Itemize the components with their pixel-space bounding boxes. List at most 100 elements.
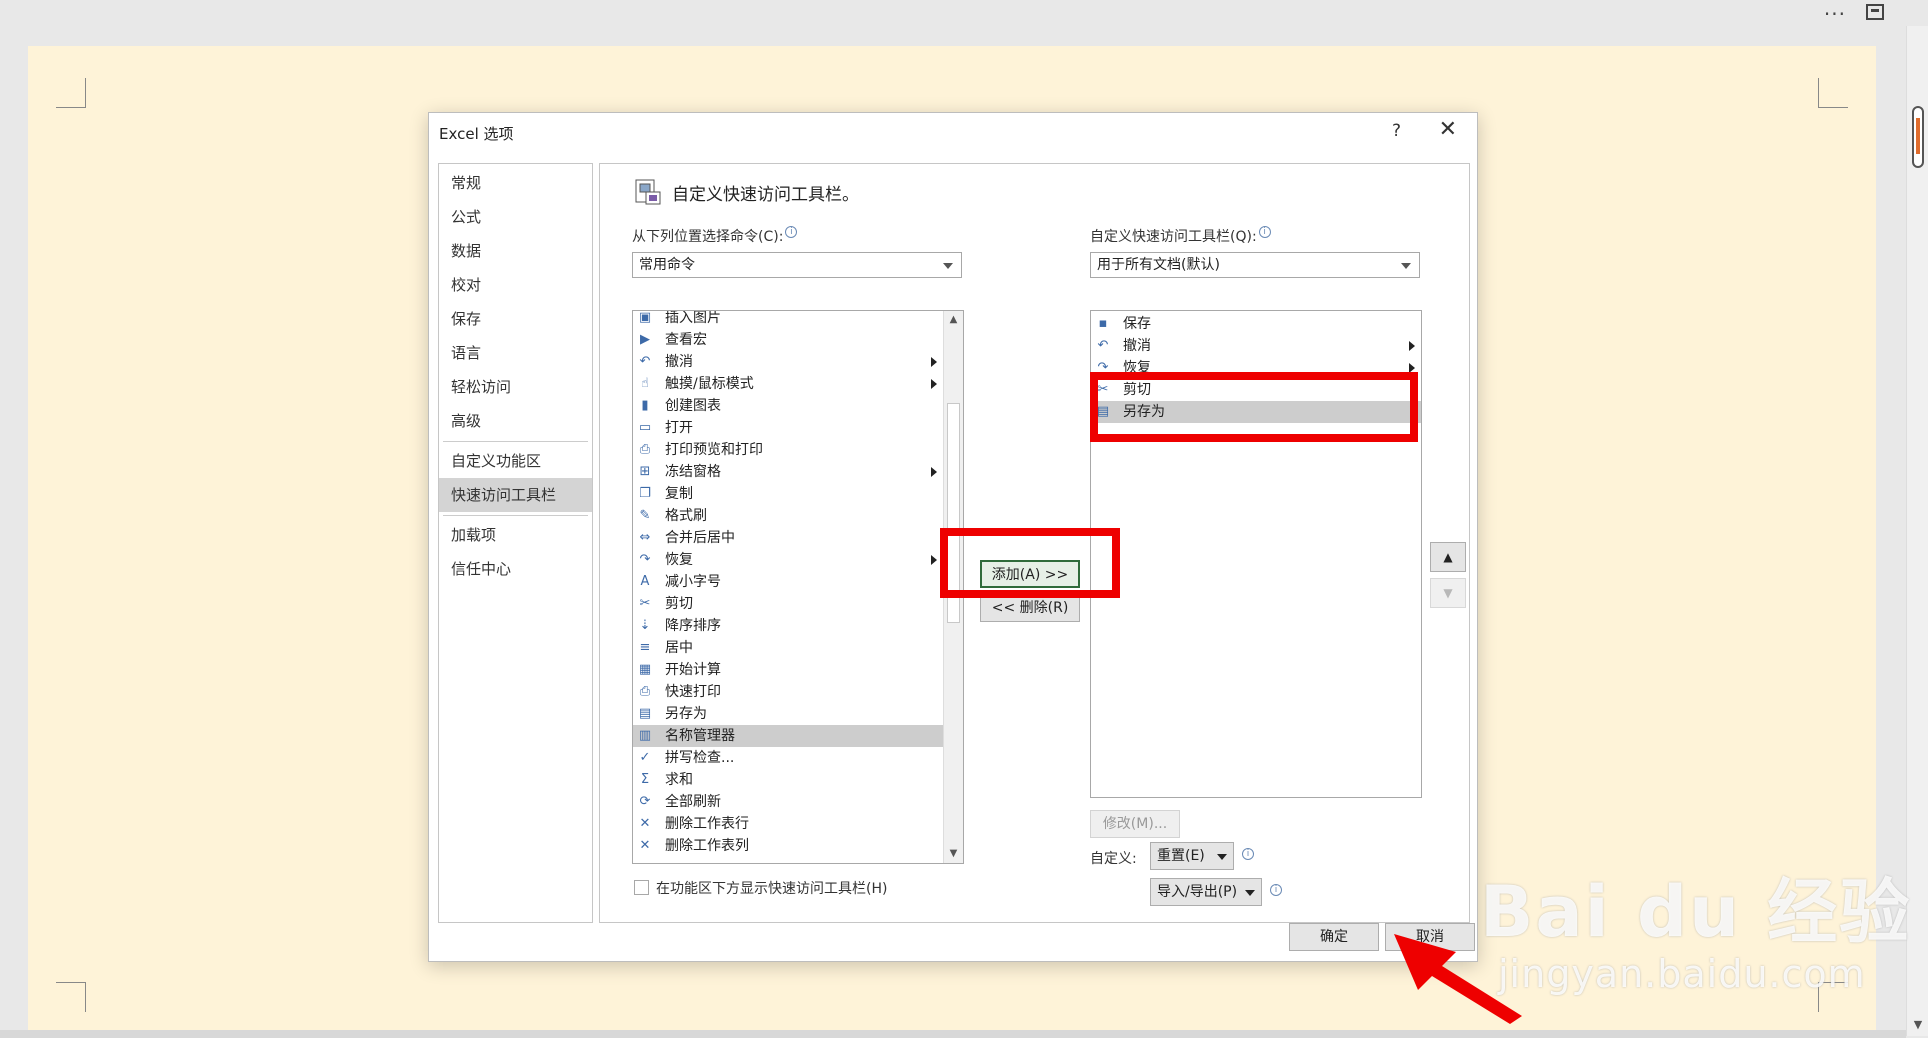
nav-item-data[interactable]: 数据 bbox=[439, 234, 592, 268]
document-horizontal-scrollbar[interactable] bbox=[0, 1030, 1906, 1038]
list-item[interactable]: ↶ 撤消 bbox=[1091, 335, 1421, 357]
nav-item-trust-center[interactable]: 信任中心 bbox=[439, 552, 592, 586]
redo-icon: ↷ bbox=[639, 552, 651, 567]
nav-item-add-ins[interactable]: 加载项 bbox=[439, 518, 592, 552]
list-item[interactable]: ≡ 居中 bbox=[633, 637, 943, 659]
list-item-label: 降序排序 bbox=[665, 618, 721, 634]
list-item[interactable]: ⟳ 全部刷新 bbox=[633, 791, 943, 813]
qat-commands-list[interactable]: ▤ 另存为 ✂ 剪切 ↷ 恢复 ↶ 撤消 ▪ 保存 bbox=[1090, 310, 1422, 798]
excel-options-dialog: Excel 选项 ? ✕ 常规 公式 数据 校对 保存 语言 轻松访问 高级 自… bbox=[428, 112, 1478, 962]
ok-button[interactable]: 确定 bbox=[1289, 923, 1379, 951]
calculator-icon: ▦ bbox=[638, 662, 652, 677]
import-export-dropdown-button[interactable]: 导入/导出(P) bbox=[1150, 878, 1262, 906]
list-item[interactable]: ▤ 另存为 bbox=[633, 703, 943, 725]
submenu-arrow-icon bbox=[931, 467, 937, 477]
redo-icon: ↷ bbox=[1097, 360, 1109, 375]
available-commands-list[interactable]: ✕ 删除工作表列 ✕ 删除工作表行 ⟳ 全部刷新 Σ 求和 ✓ 拼写检查... ▥ 名称管理器 ▤ 另存为… bbox=[632, 310, 964, 864]
scroll-down-arrow-icon[interactable]: ▼ bbox=[944, 845, 963, 863]
list-item[interactable]: ⎙ 打印预览和打印 bbox=[633, 439, 943, 461]
list-item[interactable]: ▥ 名称管理器 bbox=[633, 725, 943, 747]
list-item[interactable]: ✎ 格式刷 bbox=[633, 505, 943, 527]
options-nav: 常规 公式 数据 校对 保存 语言 轻松访问 高级 自定义功能区 快速访问工具栏… bbox=[438, 163, 593, 923]
reset-dropdown-button[interactable]: 重置(E) bbox=[1150, 842, 1234, 870]
chevron-down-icon bbox=[1401, 263, 1411, 269]
list-item[interactable]: ✂ 剪切 bbox=[1091, 379, 1421, 401]
choose-commands-dropdown[interactable]: 常用命令 bbox=[632, 252, 962, 278]
print-preview-icon: ⎙ bbox=[639, 442, 651, 457]
list-item[interactable]: ✂ 剪切 bbox=[633, 593, 943, 615]
show-below-ribbon-label: 在功能区下方显示快速访问工具栏(H) bbox=[656, 881, 888, 897]
choose-commands-label: 从下列位置选择命令(C): i bbox=[632, 226, 798, 246]
commands-list-scrollbar[interactable]: ▲ ▼ bbox=[943, 311, 963, 863]
scroll-thumb[interactable] bbox=[1912, 106, 1924, 168]
undo-icon: ↶ bbox=[1097, 338, 1109, 353]
scroll-down-arrow-icon[interactable]: ▼ bbox=[1907, 1018, 1928, 1036]
list-item[interactable]: A 减小字号 bbox=[633, 571, 943, 593]
list-item[interactable]: ▮ 创建图表 bbox=[633, 395, 943, 417]
list-item[interactable]: ✕ 删除工作表行 bbox=[633, 813, 943, 835]
list-item-label: 拼写检查... bbox=[665, 750, 735, 766]
nav-item-save[interactable]: 保存 bbox=[439, 302, 592, 336]
list-item[interactable]: ⇣ 降序排序 bbox=[633, 615, 943, 637]
nav-item-quick-access-toolbar[interactable]: 快速访问工具栏 bbox=[439, 478, 592, 512]
show-below-ribbon-checkbox[interactable] bbox=[634, 880, 649, 895]
list-item[interactable]: ▦ 开始计算 bbox=[633, 659, 943, 681]
list-item[interactable]: ⎙ 快速打印 bbox=[633, 681, 943, 703]
remove-button[interactable]: << 删除(R) bbox=[980, 594, 1080, 622]
list-item[interactable]: ❐ 复制 bbox=[633, 483, 943, 505]
more-options-icon[interactable]: ··· bbox=[1824, 2, 1846, 26]
window-title-bar: ··· bbox=[0, 0, 1928, 46]
scroll-up-arrow-icon[interactable]: ▲ bbox=[944, 311, 963, 329]
move-up-button[interactable]: ▲ bbox=[1430, 542, 1466, 572]
name-manager-icon: ▥ bbox=[638, 728, 652, 743]
delete-row-icon: ✕ bbox=[639, 816, 651, 831]
list-item[interactable]: ✓ 拼写检查... bbox=[633, 747, 943, 769]
list-item[interactable]: ▣ 插入图片 bbox=[633, 311, 943, 329]
folder-icon: ▭ bbox=[638, 420, 652, 435]
list-item[interactable]: ▪ 保存 bbox=[1091, 313, 1421, 335]
nav-item-accessibility[interactable]: 轻松访问 bbox=[439, 370, 592, 404]
nav-item-customize-ribbon[interactable]: 自定义功能区 bbox=[439, 444, 592, 478]
nav-item-proofing[interactable]: 校对 bbox=[439, 268, 592, 302]
list-item[interactable]: ↷ 恢复 bbox=[633, 549, 943, 571]
scissors-icon: ✂ bbox=[639, 596, 651, 611]
list-item-label: 求和 bbox=[665, 772, 693, 788]
close-button[interactable]: ✕ bbox=[1439, 117, 1457, 142]
list-item-label: 快速打印 bbox=[665, 684, 721, 700]
list-item-label: 减小字号 bbox=[665, 574, 721, 590]
list-item[interactable]: ▭ 打开 bbox=[633, 417, 943, 439]
nav-item-language[interactable]: 语言 bbox=[439, 336, 592, 370]
move-down-button[interactable]: ▼ bbox=[1430, 578, 1466, 608]
merge-icon: ⇔ bbox=[639, 530, 651, 545]
nav-item-general[interactable]: 常规 bbox=[439, 166, 592, 200]
list-item[interactable]: ✕ 删除工作表列 bbox=[633, 835, 943, 857]
ribbon-display-options-icon[interactable] bbox=[1866, 4, 1884, 20]
modify-button[interactable]: 修改(M)... bbox=[1090, 810, 1180, 838]
list-item[interactable]: ▤ 另存为 bbox=[1091, 401, 1421, 423]
nav-item-advanced[interactable]: 高级 bbox=[439, 404, 592, 438]
list-item[interactable]: ↶ 撤消 bbox=[633, 351, 943, 373]
page-corner-mark bbox=[1818, 78, 1848, 108]
spell-check-icon: ✓ bbox=[639, 750, 651, 765]
submenu-arrow-icon bbox=[931, 357, 937, 367]
customize-qat-dropdown[interactable]: 用于所有文档(默认) bbox=[1090, 252, 1420, 278]
customize-qat-label: 自定义快速访问工具栏(Q): i bbox=[1090, 226, 1271, 246]
list-item[interactable]: ☝ 触摸/鼠标模式 bbox=[633, 373, 943, 395]
nav-item-formulas[interactable]: 公式 bbox=[439, 200, 592, 234]
list-item[interactable]: ▶ 查看宏 bbox=[633, 329, 943, 351]
list-item[interactable]: Σ 求和 bbox=[633, 769, 943, 791]
list-item[interactable]: ⊞ 冻结窗格 bbox=[633, 461, 943, 483]
help-button[interactable]: ? bbox=[1392, 121, 1401, 141]
scroll-thumb[interactable] bbox=[947, 403, 960, 623]
chart-icon: ▮ bbox=[641, 398, 649, 413]
add-button[interactable]: 添加(A) >> bbox=[980, 560, 1080, 588]
list-item-label: 撤消 bbox=[1123, 338, 1151, 354]
list-item-label: 打开 bbox=[665, 420, 693, 436]
info-icon: i bbox=[1242, 848, 1254, 860]
list-item-label: 恢复 bbox=[1123, 360, 1151, 376]
sort-desc-icon: ⇣ bbox=[639, 618, 651, 633]
list-item[interactable]: ⇔ 合并后居中 bbox=[633, 527, 943, 549]
list-item[interactable]: ↷ 恢复 bbox=[1091, 357, 1421, 379]
nav-divider bbox=[443, 515, 588, 516]
list-item-label: 删除工作表列 bbox=[665, 838, 749, 854]
